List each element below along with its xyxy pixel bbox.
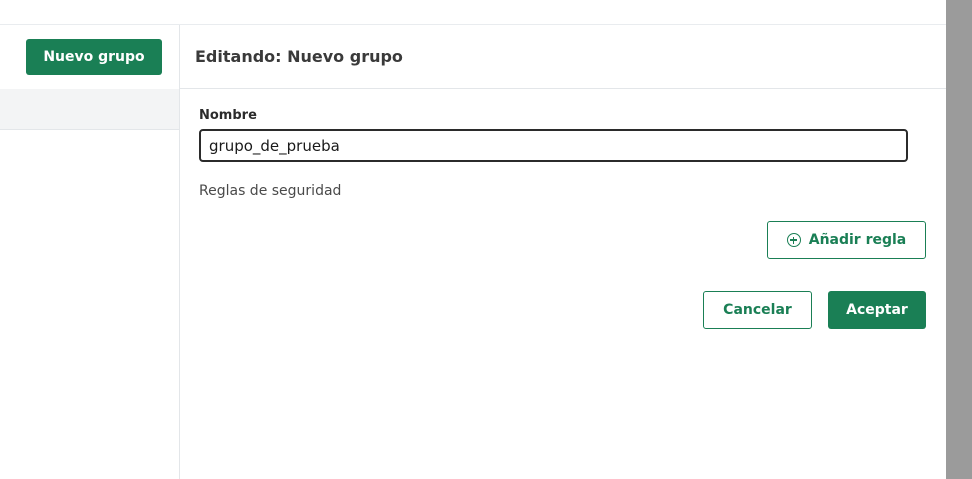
panel-header: Editando: Nuevo grupo bbox=[180, 25, 946, 89]
add-rule-label: Añadir regla bbox=[808, 232, 907, 248]
sidebar: Nuevo grupo bbox=[0, 25, 180, 479]
new-group-button[interactable]: Nuevo grupo bbox=[26, 39, 162, 75]
cancel-button[interactable]: Cancelar bbox=[703, 291, 812, 329]
sidebar-selected-row[interactable] bbox=[0, 89, 179, 130]
add-rule-button[interactable]: Añadir regla bbox=[767, 221, 926, 259]
page-title: Editando: Nuevo grupo bbox=[195, 47, 403, 66]
top-bar bbox=[0, 0, 946, 25]
security-rules-label: Reglas de seguridad bbox=[199, 183, 342, 199]
name-input[interactable] bbox=[199, 129, 908, 162]
plus-circle-icon bbox=[786, 233, 801, 247]
overlay-gutter bbox=[946, 0, 972, 479]
edit-panel: Editando: Nuevo grupo Nombre Reglas de s… bbox=[180, 25, 946, 479]
accept-button[interactable]: Aceptar bbox=[828, 291, 926, 329]
name-field-label: Nombre bbox=[199, 108, 257, 123]
